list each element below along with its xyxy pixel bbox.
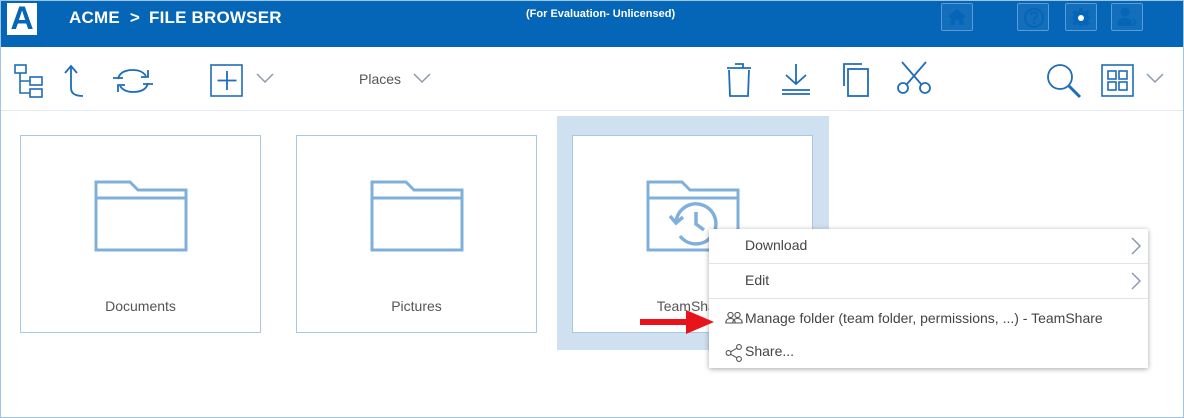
folder-icon xyxy=(370,180,464,252)
menu-item-download[interactable]: Download xyxy=(709,229,1148,264)
settings-button[interactable] xyxy=(1065,3,1097,31)
search-icon[interactable] xyxy=(1045,62,1083,100)
grid-view-icon[interactable] xyxy=(1101,64,1135,98)
up-folder-icon[interactable] xyxy=(62,64,86,98)
evaluation-notice: (For Evaluation- Unlicensed) xyxy=(526,8,676,20)
gear-icon xyxy=(1071,8,1091,27)
tile-label: Documents xyxy=(105,298,176,314)
places-dropdown-label[interactable]: Places xyxy=(359,71,401,87)
chevron-right-icon xyxy=(1131,237,1142,255)
folder-icon xyxy=(94,180,188,252)
breadcrumb: ACME > FILE BROWSER xyxy=(69,8,282,28)
tile-label: Pictures xyxy=(391,298,442,314)
logo-letter: A xyxy=(10,0,34,36)
menu-item-label: Manage folder (team folder, permissions,… xyxy=(745,310,1103,326)
users-icon xyxy=(725,311,743,324)
help-icon xyxy=(1024,8,1044,28)
breadcrumb-separator: > xyxy=(129,8,140,27)
tree-icon[interactable] xyxy=(14,64,46,98)
user-button[interactable] xyxy=(1111,3,1143,31)
menu-item-label: Share... xyxy=(745,343,795,359)
user-icon xyxy=(1117,7,1138,26)
share-icon xyxy=(725,344,742,362)
top-header: A ACME > FILE BROWSER (For Evaluation- Unl… xyxy=(1,0,1183,47)
folder-tile-pictures[interactable]: Pictures xyxy=(296,135,537,333)
toolbar xyxy=(1,48,1183,111)
chevron-right-icon xyxy=(1131,272,1142,290)
app-logo[interactable]: A xyxy=(7,0,37,36)
menu-item-label: Download xyxy=(745,237,808,253)
menu-item-edit[interactable]: Edit xyxy=(709,264,1148,299)
menu-item-share[interactable]: Share... xyxy=(709,335,1148,369)
cut-icon[interactable] xyxy=(896,60,932,96)
refresh-icon[interactable] xyxy=(112,66,154,96)
home-icon xyxy=(948,9,966,25)
annotation-arrow-icon xyxy=(640,310,714,334)
home-button[interactable] xyxy=(941,3,973,31)
copy-icon[interactable] xyxy=(840,62,872,98)
context-menu: Download Edit Manage folder (team folder… xyxy=(709,229,1148,368)
help-button[interactable] xyxy=(1017,3,1049,31)
menu-item-label: Edit xyxy=(745,272,770,288)
add-icon[interactable] xyxy=(210,64,244,98)
download-icon[interactable] xyxy=(780,62,812,96)
folder-tile-documents[interactable]: Documents xyxy=(20,135,261,333)
chevron-down-icon[interactable] xyxy=(1146,72,1164,84)
menu-item-manage-folder[interactable]: Manage folder (team folder, permissions,… xyxy=(709,302,1148,336)
page-title: FILE BROWSER xyxy=(149,8,282,27)
chevron-down-icon[interactable] xyxy=(256,72,274,84)
trash-icon[interactable] xyxy=(726,62,752,98)
chevron-down-icon[interactable] xyxy=(413,72,431,84)
brand-name[interactable]: ACME xyxy=(69,8,120,27)
